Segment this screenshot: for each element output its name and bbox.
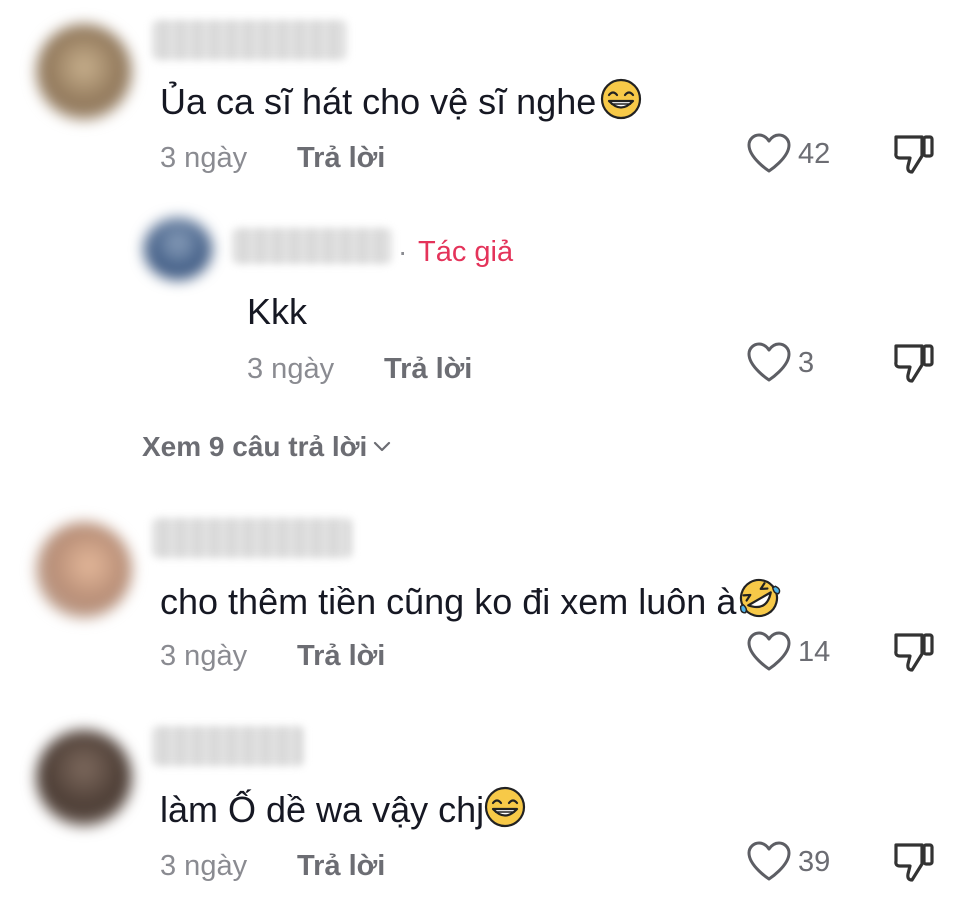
author-separator: ·	[398, 236, 408, 267]
view-replies-button[interactable]: Xem 9 câu trả lời	[142, 431, 391, 463]
comment-text-content: Ủa ca sĩ hát cho vệ sĩ nghe	[160, 81, 597, 122]
comment-text-content: làm Ố dề wa vậy chj	[160, 789, 485, 830]
avatar[interactable]	[36, 522, 132, 618]
username-blurred[interactable]	[152, 726, 304, 766]
heart-outline-icon[interactable]	[746, 132, 792, 179]
username-blurred[interactable]	[152, 20, 347, 60]
heart-outline-icon[interactable]	[746, 630, 792, 677]
like-count: 39	[798, 846, 831, 878]
reply-date: 3 ngày	[247, 353, 335, 385]
comment-date: 3 ngày	[160, 142, 248, 174]
thumbs-down-icon[interactable]	[892, 132, 936, 181]
reply-text: Kkk	[247, 291, 308, 332]
reply-button[interactable]: Trả lời	[384, 353, 472, 386]
comment-date: 3 ngày	[160, 850, 248, 882]
reply-username-blurred[interactable]	[232, 228, 392, 264]
thumbs-down-icon[interactable]	[892, 630, 936, 679]
reply-button[interactable]: Trả lời	[297, 142, 385, 175]
grinning-emoji-icon	[484, 786, 526, 838]
comment-text: Ủa ca sĩ hát cho vệ sĩ nghe	[160, 78, 642, 130]
username-blurred[interactable]	[152, 518, 352, 558]
like-count: 14	[798, 636, 831, 668]
thumbs-down-icon[interactable]	[892, 341, 936, 390]
comment-text: cho thêm tiền cũng ko đi xem luôn à	[160, 576, 782, 630]
reply-button[interactable]: Trả lời	[297, 640, 385, 673]
like-count: 42	[798, 138, 831, 170]
comment-text: làm Ố dề wa vậy chj	[160, 786, 526, 838]
thumbs-down-icon[interactable]	[892, 840, 936, 889]
chevron-down-icon	[374, 441, 391, 452]
view-replies-label: Xem 9 câu trả lời	[142, 431, 368, 462]
author-badge: Tác giả	[418, 236, 514, 268]
comment-item: Ủa ca sĩ hát cho vệ sĩ nghe 3 ngày Trả l…	[0, 0, 970, 462]
comment-date: 3 ngày	[160, 640, 248, 672]
avatar[interactable]	[36, 24, 132, 120]
rofl-emoji-icon	[736, 576, 782, 630]
like-count: 3	[798, 347, 815, 379]
comment-text-content: cho thêm tiền cũng ko đi xem luôn à	[160, 581, 737, 622]
heart-outline-icon[interactable]	[746, 840, 792, 887]
reply-avatar[interactable]	[144, 218, 212, 280]
heart-outline-icon[interactable]	[746, 341, 792, 388]
avatar[interactable]	[36, 730, 132, 826]
grinning-emoji-icon	[600, 78, 642, 130]
reply-button[interactable]: Trả lời	[297, 850, 385, 883]
